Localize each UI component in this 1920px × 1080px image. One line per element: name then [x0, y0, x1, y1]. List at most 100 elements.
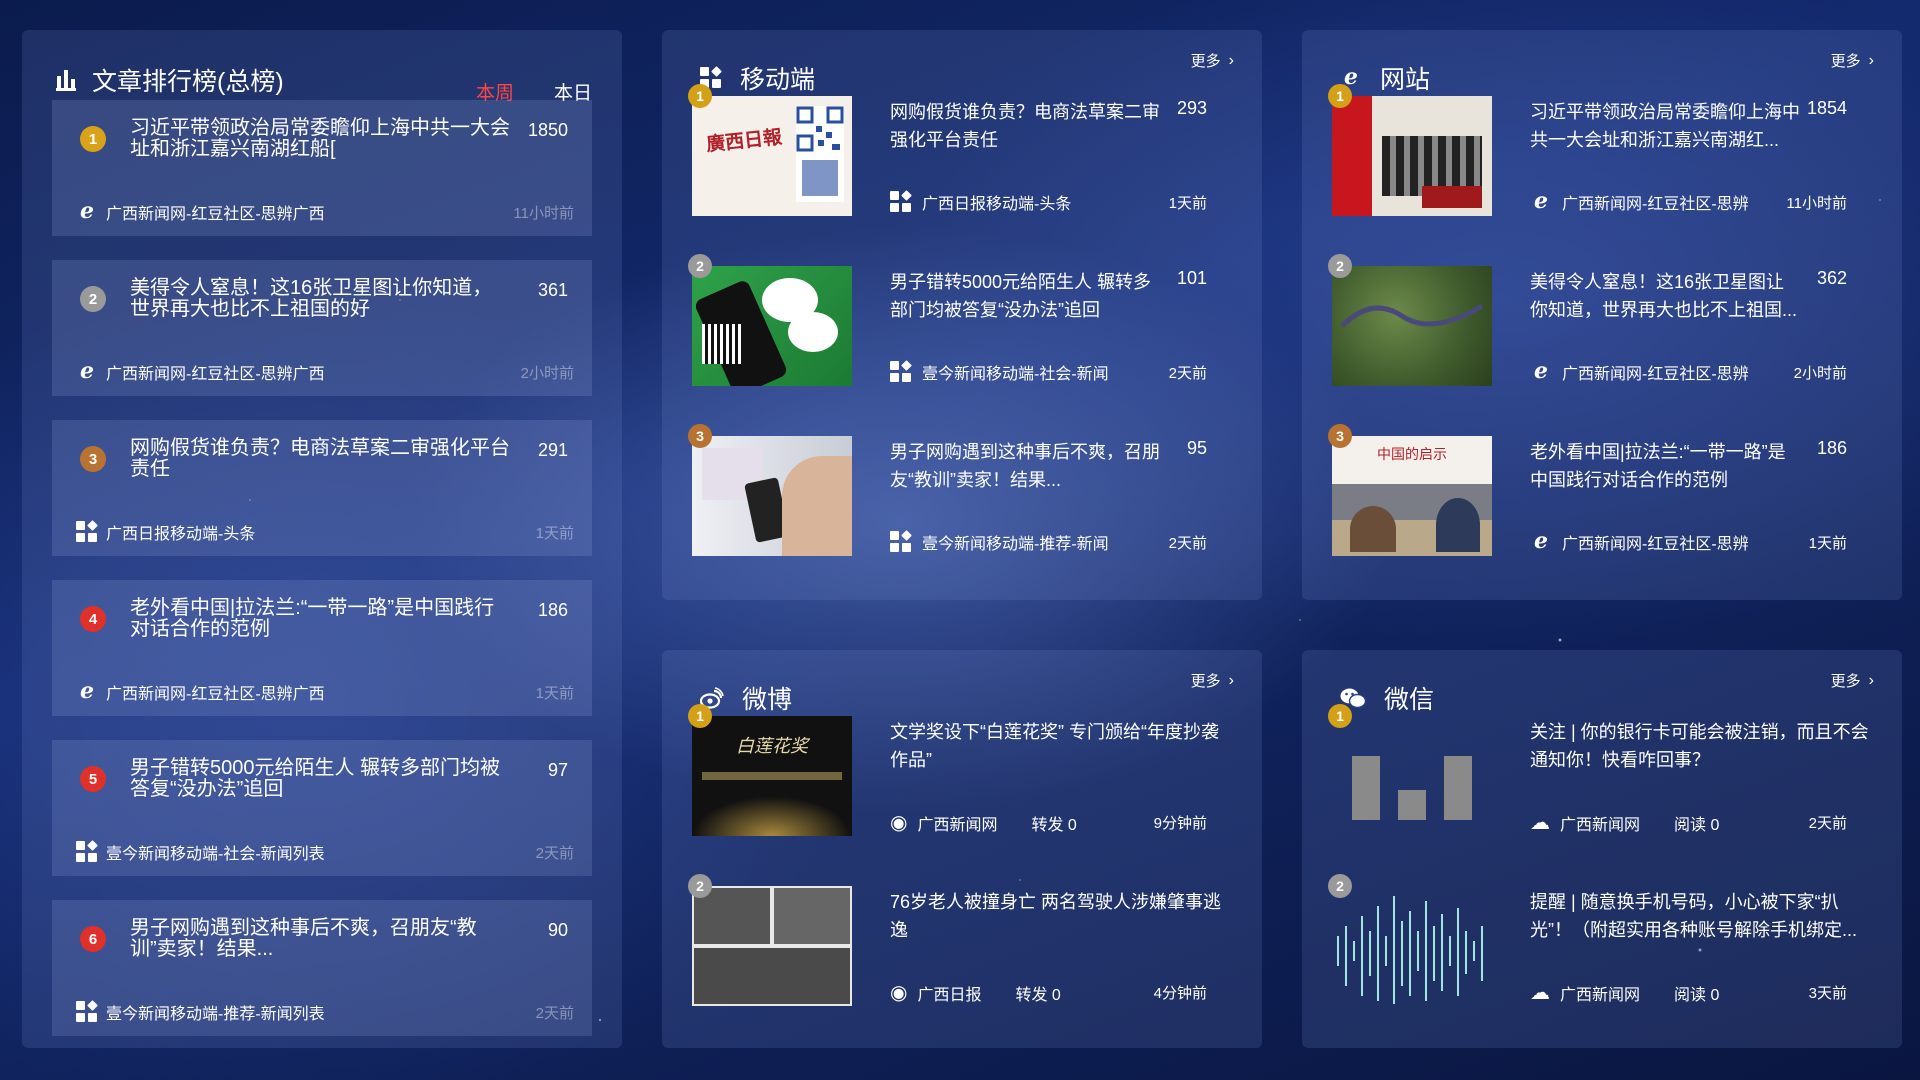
- article-thumbnail[interactable]: [692, 436, 852, 556]
- ranking-item-time: 1天前: [535, 524, 574, 542]
- weibo-more-link[interactable]: 更多 ›: [1191, 670, 1234, 691]
- chevron-right-icon: ›: [1868, 51, 1874, 69]
- award-title-text: 白莲花奖: [736, 736, 808, 757]
- website-item-time: 2小时前: [1793, 364, 1847, 382]
- audio-waveform-image: [1337, 896, 1483, 1004]
- article-thumbnail[interactable]: 中国的启示: [1332, 436, 1492, 556]
- wechat-item-title[interactable]: 提醒 | 随意换手机号码，小心被下家“扒光”！（附超实用各种账号解除手机绑定..…: [1530, 888, 1870, 944]
- weibo-item-source: 广西日报: [917, 986, 982, 1004]
- ranking-item-time: 11小时前: [513, 204, 574, 222]
- mobile-item-time: 2天前: [1168, 534, 1207, 552]
- ranking-item-source: 广西日报移动端-头条: [106, 526, 256, 543]
- ranking-item-title[interactable]: 男子错转5000元给陌生人 辗转多部门均被答复“没办法”追回: [130, 758, 510, 800]
- weibo-panel: 微博 更多 › 白莲花奖 1 文学奖设下“白莲花奖” 专门颁给“年度抄袭作品” …: [662, 650, 1262, 1048]
- grid-icon: [76, 1000, 98, 1023]
- mobile-more-link[interactable]: 更多 ›: [1191, 50, 1234, 71]
- ranking-item-source: 广西新闻网-红豆社区-思辨广西: [106, 206, 325, 223]
- ranking-item-time: 2天前: [535, 1004, 574, 1022]
- ie-icon: e: [1534, 188, 1548, 214]
- weibo-item-reposts: 转发 0: [1015, 986, 1061, 1004]
- rank-badge: 1: [1328, 84, 1352, 108]
- chevron-right-icon: ›: [1228, 51, 1234, 69]
- article-thumbnail[interactable]: [692, 886, 852, 1006]
- website-item-source: 广西新闻网-红豆社区-思辨: [1562, 196, 1749, 213]
- rank-badge: 2: [1328, 254, 1352, 278]
- rank-badge: 5: [80, 766, 106, 792]
- ranking-item[interactable]: 4 老外看中国|拉法兰:“一带一路”是中国践行对话合作的范例 186 e 广西新…: [52, 580, 592, 716]
- chevron-right-icon: ›: [1868, 671, 1874, 689]
- book-cover-title: 中国的启示: [1377, 447, 1447, 463]
- chevron-right-icon: ›: [1228, 671, 1234, 689]
- rank-badge: 1: [688, 704, 712, 728]
- mobile-item[interactable]: 2 男子错转5000元给陌生人 辗转多部门均被答复“没办法”追回 101 壹今新…: [688, 254, 1237, 396]
- ranking-item[interactable]: 5 男子错转5000元给陌生人 辗转多部门均被答复“没办法”追回 97 壹今新闻…: [52, 740, 592, 876]
- ranking-item[interactable]: 2 美得令人窒息！这16张卫星图让你知道，世界再大也比不上祖国的好 361 e …: [52, 260, 592, 396]
- rank-badge: 2: [1328, 874, 1352, 898]
- website-more-link[interactable]: 更多 ›: [1831, 50, 1874, 71]
- website-item-count: 1854: [1806, 98, 1847, 118]
- ranking-item-source: 壹今新闻移动端-社会-新闻列表: [106, 846, 325, 863]
- ranking-item-title[interactable]: 老外看中国|拉法兰:“一带一路”是中国践行对话合作的范例: [130, 598, 510, 640]
- ranking-item-count: 90: [547, 920, 568, 940]
- weibo-item-time: 9分钟前: [1153, 815, 1207, 832]
- more-label: 更多: [1830, 673, 1861, 690]
- website-item-time: 1天前: [1808, 534, 1847, 552]
- weibo-item[interactable]: 2 76岁老人被撞身亡 两名驾驶人涉嫌肇事逃逸 ◉ 广西日报 转发 0 4分钟前: [688, 874, 1237, 1016]
- ranking-item-count: 361: [537, 280, 568, 300]
- grid-icon: [76, 520, 98, 543]
- wechat-item[interactable]: 2 提醒 | 随意换手机号码，小心被下家“扒光”！（附超实用各种账号解除手机绑定…: [1328, 874, 1877, 1016]
- bar-chart-icon: [56, 70, 76, 91]
- weibo-item-title[interactable]: 文学奖设下“白莲花奖” 专门颁给“年度抄袭作品”: [890, 718, 1230, 774]
- website-item-title[interactable]: 习近平带领政治局常委瞻仰上海中共一大会址和浙江嘉兴南湖红...: [1530, 98, 1800, 154]
- weibo-item-reposts: 转发 0: [1031, 816, 1077, 834]
- grid-icon: [76, 840, 98, 863]
- website-item[interactable]: 2 美得令人窒息！这16张卫星图让你知道，世界再大也比不上祖国... 362 e…: [1328, 254, 1877, 396]
- weibo-item[interactable]: 白莲花奖 1 文学奖设下“白莲花奖” 专门颁给“年度抄袭作品” ◉ 广西新闻网 …: [688, 704, 1237, 846]
- rank-badge: 1: [688, 84, 712, 108]
- article-thumbnail-placeholder[interactable]: [1332, 716, 1492, 836]
- wechat-icon: ☁: [1530, 982, 1550, 1004]
- rank-badge: 3: [80, 446, 106, 472]
- ranking-item-title[interactable]: 习近平带领政治局常委瞻仰上海中共一大会址和浙江嘉兴南湖红船[: [130, 118, 510, 160]
- article-thumbnail[interactable]: 白莲花奖: [692, 716, 852, 836]
- wechat-item-reads: 阅读 0: [1674, 986, 1720, 1004]
- mobile-item-count: 101: [1176, 268, 1207, 288]
- ranking-item-source: 壹今新闻移动端-推荐-新闻列表: [106, 1006, 325, 1023]
- mobile-item-title[interactable]: 男子网购遇到这种事后不爽，召朋友“教训”卖家！结果...: [890, 438, 1160, 494]
- wechat-item-title[interactable]: 关注 | 你的银行卡可能会被注销，而且不会通知你！快看咋回事？: [1530, 718, 1870, 774]
- ranking-item-title[interactable]: 网购假货谁负责？电商法草案二审强化平台责任: [130, 438, 510, 480]
- article-thumbnail[interactable]: [692, 266, 852, 386]
- website-item[interactable]: 1 习近平带领政治局常委瞻仰上海中共一大会址和浙江嘉兴南湖红... 1854 e…: [1328, 84, 1877, 226]
- mobile-item-source: 壹今新闻移动端-推荐-新闻: [922, 536, 1109, 553]
- ranking-item[interactable]: 6 男子网购遇到这种事后不爽，召朋友“教训”卖家！结果... 90 壹今新闻移动…: [52, 900, 592, 1036]
- rank-badge: 2: [688, 254, 712, 278]
- ranking-item[interactable]: 1 习近平带领政治局常委瞻仰上海中共一大会址和浙江嘉兴南湖红船[ 1850 e …: [52, 100, 592, 236]
- ie-icon: e: [80, 678, 94, 704]
- more-label: 更多: [1190, 53, 1221, 70]
- ranking-item-title[interactable]: 男子网购遇到这种事后不爽，召朋友“教训”卖家！结果...: [130, 918, 510, 960]
- weibo-item-title[interactable]: 76岁老人被撞身亡 两名驾驶人涉嫌肇事逃逸: [890, 888, 1230, 944]
- mobile-item-title[interactable]: 网购假货谁负责？电商法草案二审强化平台责任: [890, 98, 1160, 154]
- article-thumbnail[interactable]: [1332, 96, 1492, 216]
- ranking-item-time: 1天前: [535, 684, 574, 702]
- mobile-item-source: 壹今新闻移动端-社会-新闻: [922, 366, 1109, 383]
- ranking-item-count: 1850: [527, 120, 568, 140]
- article-thumbnail[interactable]: [1332, 266, 1492, 386]
- ranking-item-count: 291: [537, 440, 568, 460]
- ranking-item[interactable]: 3 网购假货谁负责？电商法草案二审强化平台责任 291 广西日报移动端-头条 1…: [52, 420, 592, 556]
- article-thumbnail[interactable]: 廣西日報: [692, 96, 852, 216]
- website-item-title[interactable]: 老外看中国|拉法兰:“一带一路”是中国践行对话合作的范例: [1530, 438, 1800, 494]
- website-item-title[interactable]: 美得令人窒息！这16张卫星图让你知道，世界再大也比不上祖国...: [1530, 268, 1800, 324]
- mobile-item-title[interactable]: 男子错转5000元给陌生人 辗转多部门均被答复“没办法”追回: [890, 268, 1160, 324]
- wechat-more-link[interactable]: 更多 ›: [1831, 670, 1874, 691]
- ranking-item-title[interactable]: 美得令人窒息！这16张卫星图让你知道，世界再大也比不上祖国的好: [130, 278, 510, 320]
- wechat-item[interactable]: 1 关注 | 你的银行卡可能会被注销，而且不会通知你！快看咋回事？ ☁ 广西新闻…: [1328, 704, 1877, 846]
- website-item[interactable]: 中国的启示 3 老外看中国|拉法兰:“一带一路”是中国践行对话合作的范例 186…: [1328, 424, 1877, 566]
- ranking-panel: 文章排行榜(总榜) 本周 本日 1 习近平带领政治局常委瞻仰上海中共一大会址和浙…: [22, 30, 622, 1048]
- mobile-item[interactable]: 3 男子网购遇到这种事后不爽，召朋友“教训”卖家！结果... 95 壹今新闻移动…: [688, 424, 1237, 566]
- website-item-count: 362: [1816, 268, 1847, 288]
- wechat-icon: ☁: [1530, 812, 1550, 834]
- more-label: 更多: [1830, 53, 1861, 70]
- mobile-item[interactable]: 廣西日報 1 网购假货谁负责？电商法草案二审强化平台责任 293 广西日报移动端…: [688, 84, 1237, 226]
- article-thumbnail[interactable]: [1332, 886, 1492, 1006]
